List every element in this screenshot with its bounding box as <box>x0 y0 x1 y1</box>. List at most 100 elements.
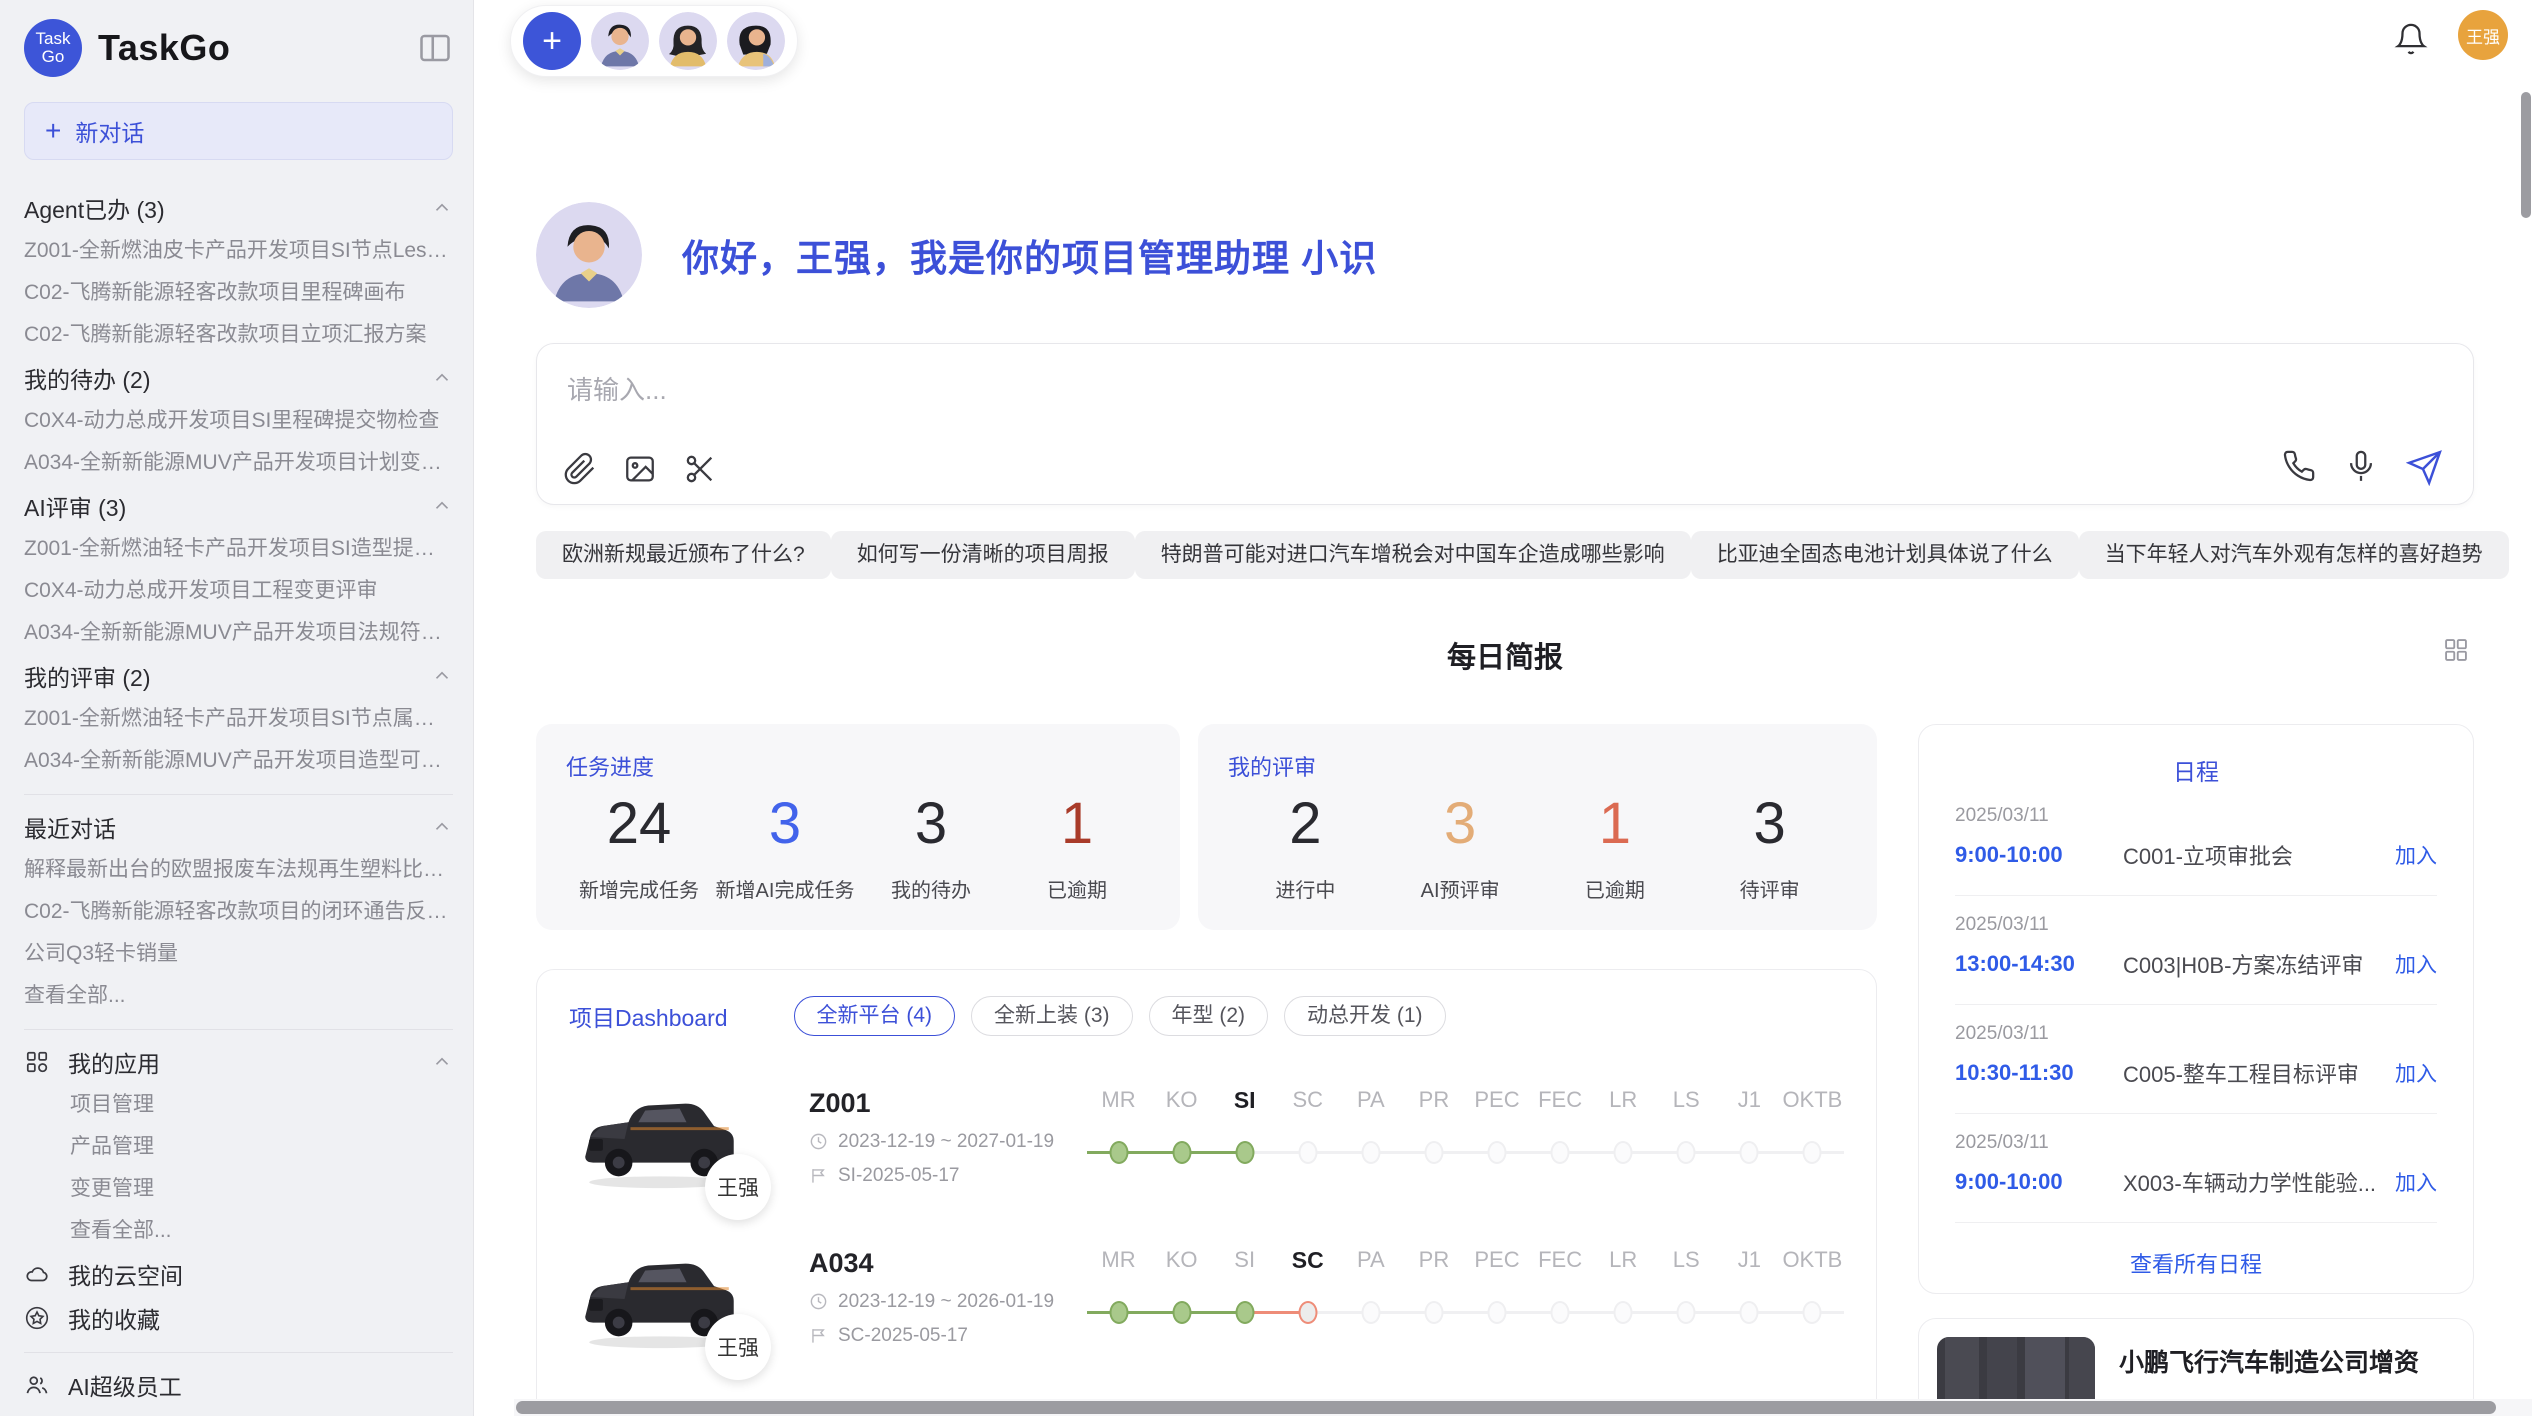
vertical-scrollbar-thumb[interactable] <box>2521 92 2531 218</box>
dashboard-filter-pill[interactable]: 年型 (2) <box>1149 996 1269 1036</box>
schedule-name: C005-整车工程目标评审 <box>2123 1057 2379 1089</box>
sidebar-task-item[interactable]: Z001-全新燃油皮卡产品开发项目SI节点Lesson Learn报告 <box>24 230 453 272</box>
notification-bell-icon[interactable] <box>2394 22 2428 56</box>
people-icon <box>24 1372 50 1398</box>
milestone-label: FEC <box>1529 1087 1592 1113</box>
recent-conversation-item[interactable]: C02-飞腾新能源轻客改款项目的闭环通告反馈情况 <box>24 891 453 933</box>
app-shortcut-item[interactable]: 查看全部... <box>24 1210 453 1252</box>
sidebar-group-header[interactable]: 我的待办 (2) <box>24 356 453 400</box>
app-shortcut-item[interactable]: 项目管理 <box>24 1084 453 1126</box>
avatar[interactable] <box>659 12 717 70</box>
app-shortcut-item[interactable]: 产品管理 <box>24 1126 453 1168</box>
chat-input[interactable]: 请输入... <box>567 370 2443 407</box>
schedule-item: 2025/03/11 10:30-11:30 C005-整车工程目标评审 加入 <box>1955 1005 2437 1114</box>
scissors-icon[interactable] <box>683 452 717 486</box>
recent-conversation-item[interactable]: 公司Q3轻卡销量 <box>24 933 453 975</box>
join-meeting-link[interactable]: 加入 <box>2395 1167 2437 1197</box>
sidebar-group-header[interactable]: Agent已办 (3) <box>24 186 453 230</box>
input-attach-tools <box>563 452 717 486</box>
milestone-label: J1 <box>1718 1247 1781 1273</box>
dashboard-filter-pill[interactable]: 全新平台 (4) <box>794 996 956 1036</box>
avatar[interactable] <box>591 12 649 70</box>
sidebar-task-item[interactable]: A034-全新新能源MUV产品开发项目计划变更表编写 <box>24 442 453 484</box>
chevron-up-icon[interactable] <box>431 665 453 687</box>
dashboard-filter-pill[interactable]: 动总开发 (1) <box>1284 996 1446 1036</box>
join-meeting-link[interactable]: 加入 <box>2395 1058 2437 1088</box>
suggestion-chip[interactable]: 欧洲新规最近颁布了什么? <box>536 531 831 579</box>
sidebar-group-recent[interactable]: 最近对话 <box>24 805 453 849</box>
send-icon[interactable] <box>2406 449 2443 486</box>
sidebar-item-label: 我的收藏 <box>68 1301 160 1335</box>
sidebar-group-title: Agent已办 (3) <box>24 191 165 225</box>
stats-row: 任务进度 24 新增完成任务 3 新增AI完成任务 3 我的待办 1 已逾期 我… <box>536 724 1877 930</box>
recent-conversation-item[interactable]: 解释最新出台的欧盟报废车法规再生塑料比例被调至15%... <box>24 849 453 891</box>
microphone-icon[interactable] <box>2344 449 2378 483</box>
sidebar-task-item[interactable]: A034-全新新能源MUV产品开发项目造型可行性评审 <box>24 740 453 782</box>
chevron-up-icon[interactable] <box>431 1051 453 1073</box>
suggestion-chip[interactable]: 如何写一份清晰的项目周报 <box>831 531 1135 579</box>
chevron-up-icon[interactable] <box>431 495 453 517</box>
milestone: PA <box>1339 1245 1402 1349</box>
task-progress-title: 任务进度 <box>566 750 1150 782</box>
apps-grid-icon <box>24 1049 50 1075</box>
sidebar-task-item[interactable]: Z001-全新燃油轻卡产品开发项目SI造型提交物评审 <box>24 528 453 570</box>
milestone: PR <box>1402 1245 1465 1349</box>
news-title: 小鹏飞行汽车制造公司增资 <box>2119 1343 2455 1379</box>
sidebar-item-my-apps[interactable]: 我的应用 <box>24 1040 453 1084</box>
join-meeting-link[interactable]: 加入 <box>2395 840 2437 870</box>
phone-icon[interactable] <box>2282 449 2316 483</box>
milestone-dot <box>1298 1141 1317 1164</box>
horizontal-scrollbar[interactable] <box>514 1399 2532 1416</box>
collapse-sidebar-icon[interactable] <box>417 30 453 66</box>
milestone-dot <box>1488 1301 1507 1324</box>
view-all-schedule-link[interactable]: 查看所有日程 <box>1955 1247 2437 1279</box>
sidebar-tool-item[interactable]: AI超级员工 <box>24 1363 453 1407</box>
sidebar-group-header[interactable]: AI评审 (3) <box>24 484 453 528</box>
join-meeting-link[interactable]: 加入 <box>2395 949 2437 979</box>
avatar[interactable] <box>727 12 785 70</box>
sidebar-group-header[interactable]: 我的评审 (2) <box>24 654 453 698</box>
milestone-label: MR <box>1087 1087 1150 1113</box>
suggestion-chip[interactable]: 比亚迪全固态电池计划具体说了什么 <box>1691 531 2079 579</box>
milestone-dot <box>1298 1301 1317 1324</box>
sidebar-item-cloud[interactable]: 我的云空间 <box>24 1252 453 1296</box>
chevron-up-icon[interactable] <box>431 367 453 389</box>
milestone: LR <box>1592 1245 1655 1349</box>
milestone: LS <box>1655 1085 1718 1189</box>
project-image: 王强 <box>569 1238 749 1356</box>
milestone-dot <box>1551 1301 1570 1324</box>
sidebar-task-item[interactable]: A034-全新新能源MUV产品开发项目法规符合性评审 <box>24 612 453 654</box>
sidebar-task-item[interactable]: C02-飞腾新能源轻客改款项目立项汇报方案 <box>24 314 453 356</box>
app-title: TaskGo <box>98 27 230 69</box>
input-send-tools <box>2282 449 2443 486</box>
add-session-button[interactable]: + <box>523 12 581 70</box>
sidebar-task-item[interactable]: C02-飞腾新能源轻客改款项目里程碑画布 <box>24 272 453 314</box>
chevron-up-icon[interactable] <box>431 816 453 838</box>
stat-item: 2 进行中 <box>1228 792 1383 903</box>
schedule-date: 2025/03/11 <box>1955 1023 2437 1045</box>
image-icon[interactable] <box>623 452 657 486</box>
milestone: OKTB <box>1781 1245 1844 1349</box>
layout-grid-icon[interactable] <box>2442 636 2470 664</box>
app-shortcut-item[interactable]: 变更管理 <box>24 1168 453 1210</box>
project-row[interactable]: 王强 Z001 2023-12-19 ~ 2027-01-19 SI-2025-… <box>537 1078 1876 1196</box>
paperclip-icon[interactable] <box>563 452 597 486</box>
suggestion-chip[interactable]: 当下年轻人对汽车外观有怎样的喜好趋势 <box>2079 531 2509 579</box>
milestone: KO <box>1150 1245 1213 1349</box>
milestone: J1 <box>1718 1245 1781 1349</box>
suggestion-chip[interactable]: 特朗普可能对进口汽车增税会对中国车企造成哪些影响 <box>1135 531 1691 579</box>
chevron-up-icon[interactable] <box>431 197 453 219</box>
new-chat-button[interactable]: + 新对话 <box>24 102 453 160</box>
sidebar-task-item[interactable]: C0X4-动力总成开发项目SI里程碑提交物检查 <box>24 400 453 442</box>
sidebar-task-item[interactable]: C0X4-动力总成开发项目工程变更评审 <box>24 570 453 612</box>
sidebar-task-item[interactable]: Z001-全新燃油轻卡产品开发项目SI节点属性5D文件评审 <box>24 698 453 740</box>
sidebar-tool-item[interactable]: 帮我写作 <box>24 1407 453 1416</box>
sidebar-item-star[interactable]: 我的收藏 <box>24 1296 453 1340</box>
suggestion-chips: 欧洲新规最近颁布了什么?如何写一份清晰的项目周报特朗普可能对进口汽车增税会对中国… <box>536 531 2474 579</box>
user-avatar[interactable]: 王强 <box>2458 10 2508 60</box>
dashboard-filter-pill[interactable]: 全新上装 (3) <box>971 996 1133 1036</box>
horizontal-scrollbar-thumb[interactable] <box>516 1401 2496 1414</box>
milestone-label: MR <box>1087 1247 1150 1273</box>
project-row[interactable]: 王强 A034 2023-12-19 ~ 2026-01-19 SC-2025-… <box>537 1238 1876 1356</box>
recent-conversation-item[interactable]: 查看全部... <box>24 975 453 1017</box>
